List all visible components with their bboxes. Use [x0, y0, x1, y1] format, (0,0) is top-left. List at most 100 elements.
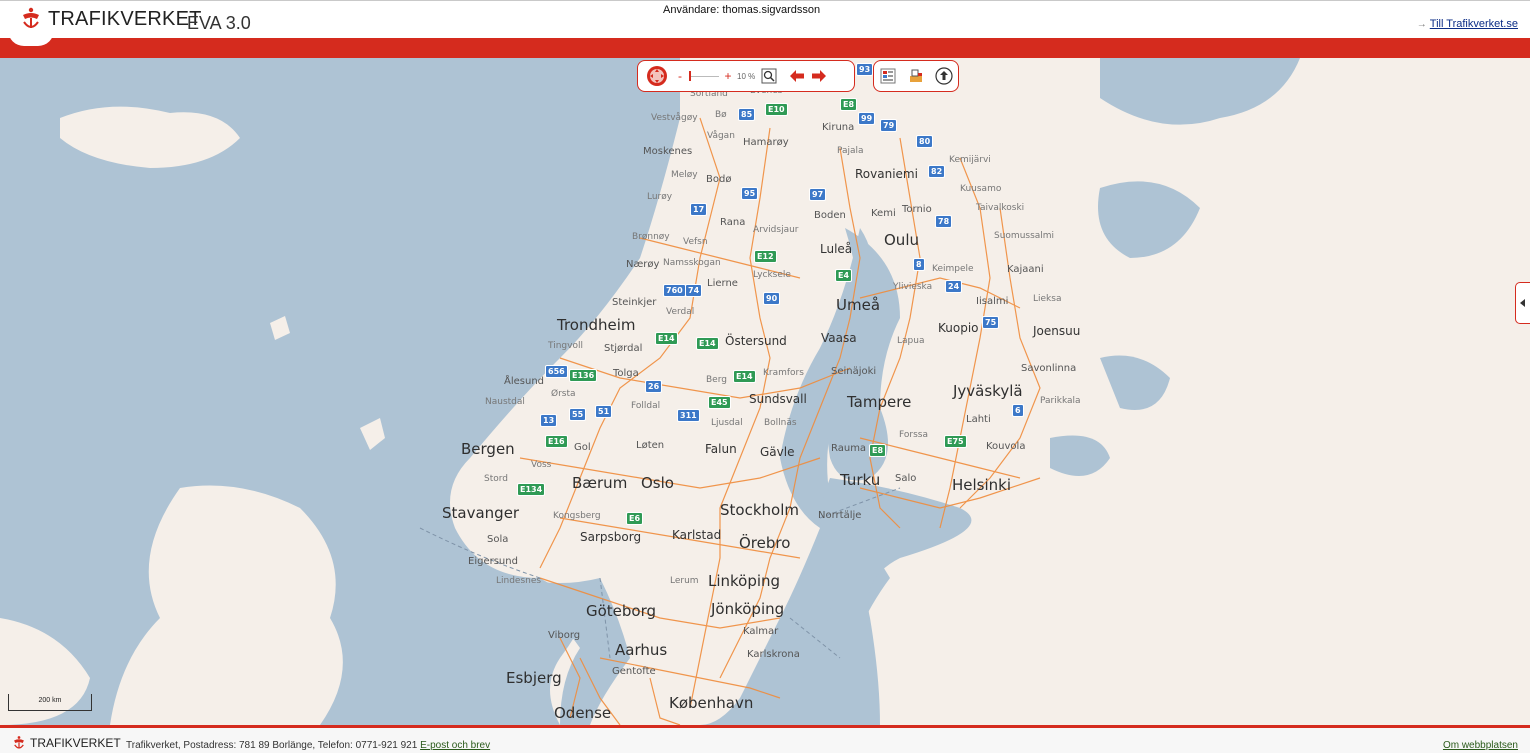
city-label-bergen: Bergen — [461, 440, 515, 458]
city-label-odense: Odense — [554, 704, 612, 722]
city-label-karlskrona: Karlskrona — [747, 649, 800, 660]
city-label-kalmar: Kalmar — [743, 626, 779, 637]
road-shield: 51 — [595, 405, 613, 418]
city-label-tampere: Tampere — [847, 393, 912, 411]
road-shield: 311 — [677, 409, 700, 422]
road-shield: E134 — [517, 483, 546, 496]
layers-button[interactable] — [877, 65, 899, 87]
road-shield: E14 — [696, 337, 719, 350]
city-label-forssa: Forssa — [899, 430, 928, 440]
city-label-sola: Sola — [487, 534, 509, 545]
road-shield: 26 — [645, 380, 663, 393]
print-button[interactable] — [905, 65, 927, 87]
city-label-arvidsjaur: Arvidsjaur — [753, 225, 799, 235]
city-label-bo: Bø — [715, 110, 727, 120]
city-label-vagan: Vågan — [707, 131, 735, 141]
city-label-vestvagoy: Vestvågøy — [651, 113, 698, 123]
road-shield: 74 — [685, 284, 703, 297]
city-label-lahti: Lahti — [966, 414, 991, 425]
city-label-stjordal: Stjørdal — [604, 343, 643, 354]
road-shield: E14 — [655, 332, 678, 345]
city-label-lulea: Luleå — [820, 242, 853, 256]
land-scotland — [110, 485, 343, 725]
city-label-norrtalje: Norrtälje — [818, 510, 862, 521]
trafikverket-link-label: Till Trafikverket.se — [1429, 18, 1518, 30]
forward-button[interactable] — [808, 65, 830, 87]
city-label-stockholm: Stockholm — [720, 501, 799, 519]
city-label-keimpele: Keimpele — [932, 264, 974, 274]
trafikverket-crown-icon — [14, 736, 24, 749]
city-label-voss: Voss — [531, 460, 552, 470]
road-shield: E10 — [765, 103, 788, 116]
city-label-savonlinna: Savonlinna — [1021, 363, 1077, 374]
about-link[interactable]: Om webbplatsen — [1443, 740, 1518, 751]
trafikverket-logo[interactable]: TRAFIKVERKET — [20, 6, 202, 32]
city-label-sundsvall: Sundsvall — [749, 392, 807, 406]
city-label-rana: Rana — [720, 217, 746, 228]
zoom-slider[interactable] — [689, 70, 719, 81]
city-label-helsinki: Helsinki — [952, 476, 1012, 494]
city-label-lycksele: Lycksele — [753, 270, 791, 280]
city-label-rauma: Rauma — [831, 443, 867, 454]
city-label-kouvola: Kouvola — [986, 441, 1026, 452]
city-label-parikkala: Parikkala — [1040, 396, 1081, 406]
road-shield: E75 — [944, 435, 967, 448]
footer-brand: TRAFIKVERKET — [30, 736, 121, 750]
city-label-pajala: Pajala — [837, 146, 864, 156]
app-header: TRAFIKVERKET EVA 3.0 Användare: thomas.s… — [0, 0, 1530, 38]
road-shield: E8 — [869, 444, 887, 457]
map-navigation-toolbar: - + 10 % — [637, 60, 855, 92]
road-shield: 79 — [880, 119, 898, 132]
road-shield: 90 — [763, 292, 781, 305]
city-label-lerum: Lerum — [670, 576, 699, 586]
city-label-baerum: Bærum — [572, 474, 628, 492]
zoom-box-button[interactable] — [758, 65, 780, 87]
city-label-folldal: Folldal — [631, 401, 661, 411]
back-button[interactable] — [786, 65, 808, 87]
road-shield: 93 — [856, 63, 874, 76]
map-canvas[interactable]: Trondheim Bergen Stavanger Oslo Bærum St… — [0, 58, 1530, 725]
city-label-vefsn: Vefsn — [683, 237, 708, 247]
current-user: Användare: thomas.sigvardsson — [663, 4, 821, 16]
road-shield: E136 — [569, 369, 598, 382]
footer-address-line: Trafikverket, Postadress: 781 89 Borläng… — [126, 740, 490, 751]
city-label-orebro: Örebro — [739, 534, 791, 552]
city-label-rovaniemi: Rovaniemi — [855, 167, 918, 181]
city-label-falun: Falun — [705, 442, 737, 456]
pan-button[interactable] — [646, 65, 668, 87]
city-label-tornio: Tornio — [902, 204, 932, 215]
scale-bar: 200 km — [8, 694, 92, 711]
road-shield: 95 — [741, 187, 759, 200]
city-label-alesund: Ålesund — [504, 376, 545, 387]
city-label-kuopio: Kuopio — [938, 321, 979, 335]
road-shield: 99 — [858, 112, 876, 125]
road-shield: E4 — [835, 269, 853, 282]
road-shield: 75 — [982, 316, 1000, 329]
city-label-kongsberg: Kongsberg — [553, 511, 601, 521]
layers-icon — [880, 68, 896, 84]
zoom-level: 10 % — [737, 71, 756, 81]
city-label-steinkjer: Steinkjer — [612, 297, 657, 308]
trafikverket-link[interactable]: → Till Trafikverket.se — [1417, 18, 1518, 30]
zoom-slider-thumb[interactable] — [689, 70, 691, 81]
city-label-tingvoll: Tingvoll — [548, 341, 583, 351]
city-label-stavanger: Stavanger — [442, 504, 520, 522]
city-label-oulu: Oulu — [884, 231, 919, 249]
side-panel-toggle[interactable] — [1515, 282, 1530, 324]
city-label-bodo: Bodø — [706, 174, 732, 185]
city-label-stord: Stord — [484, 474, 509, 484]
road-shield: 17 — [690, 203, 708, 216]
road-shield: 85 — [738, 108, 756, 121]
city-label-kemijarvi: Kemijärvi — [949, 155, 991, 165]
city-label-ostersund: Östersund — [725, 334, 787, 348]
header-red-bar — [0, 38, 1530, 58]
app-footer: TRAFIKVERKET Trafikverket, Postadress: 7… — [0, 725, 1530, 753]
zoom-in-button[interactable]: + — [722, 69, 734, 83]
road-shield: 13 — [540, 414, 558, 427]
city-label-joensuu: Joensuu — [1033, 324, 1081, 338]
upload-button[interactable] — [933, 65, 955, 87]
zoom-out-button[interactable]: - — [674, 69, 686, 83]
email-link[interactable]: E-post och brev — [420, 740, 490, 751]
city-label-orsta: Ørsta — [551, 389, 576, 399]
city-label-bollnas: Bollnäs — [764, 418, 797, 428]
